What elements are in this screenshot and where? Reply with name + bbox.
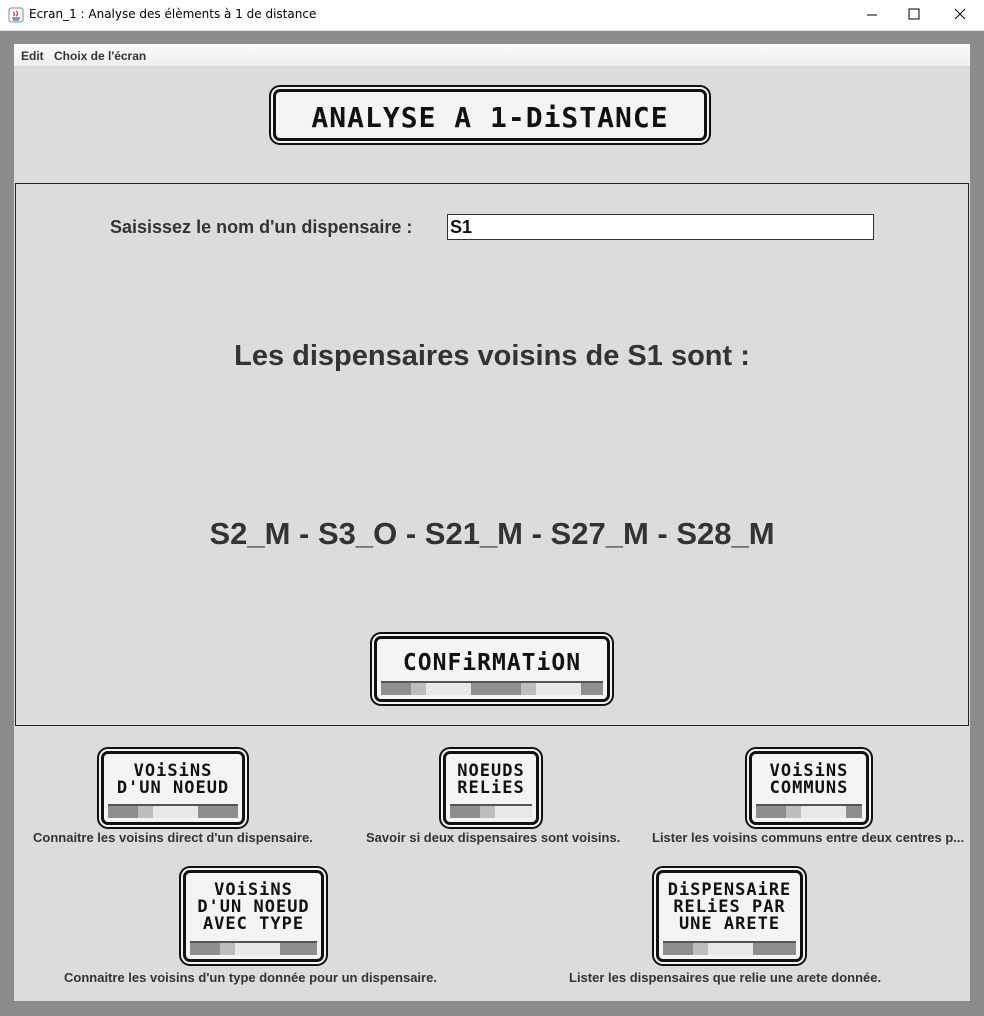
confirmation-button[interactable]: CONFiRMATiON	[374, 636, 610, 702]
dispensaire-prompt-label: Saisissez le nom d'un dispensaire :	[110, 217, 413, 237]
button-stripe	[381, 681, 603, 695]
analysis-panel: Saisissez le nom d'un dispensaire : Les …	[15, 183, 969, 726]
nav-voisins-communs-description: Lister les voisins communs entre deux ce…	[652, 830, 965, 845]
nav-voisins-type-button[interactable]: VOiSiNS D'UN NOEUD AVEC TYPE	[183, 870, 324, 962]
menu-edit[interactable]: Edit	[21, 49, 44, 63]
nav-noeuds-relies-description: Savoir si deux dispensaires sont voisins…	[366, 830, 621, 845]
button-stripe	[190, 941, 317, 955]
dispensaire-name-input[interactable]	[447, 214, 874, 240]
nav-voisins-communs-button[interactable]: VOiSiNS COMMUNS	[749, 751, 869, 825]
nav-dispensaire-arete-button[interactable]: DiSPENSAiRE RELiES PAR UNE ARETE	[656, 870, 803, 962]
nav-voisins-type-label: VOiSiNS D'UN NOEUD AVEC TYPE	[197, 880, 310, 934]
nav-voisins-noeud-button[interactable]: VOiSiNS D'UN NOEUD	[101, 751, 245, 825]
java-app-icon	[8, 7, 24, 23]
window-title: Ecran_1 : Analyse des élèments à 1 de di…	[29, 7, 317, 21]
maximize-icon[interactable]	[891, 0, 937, 30]
nav-noeuds-relies-label: NOEUDS RELiES	[457, 761, 525, 798]
nav-voisins-type-description: Connaitre les voisins d'un type donnée p…	[64, 970, 437, 985]
neighbors-result-list: S2_M - S3_O - S21_M - S27_M - S28_M	[209, 516, 775, 551]
confirmation-button-label: CONFiRMATiON	[402, 650, 582, 676]
page-title-banner: ANALYSE A 1-DiSTANCE	[273, 89, 707, 141]
button-stripe	[756, 804, 862, 818]
nav-dispensaire-arete-description: Lister les dispensaires que relie une ar…	[569, 970, 882, 985]
minimize-icon[interactable]	[849, 0, 895, 30]
button-stripe	[663, 941, 796, 955]
page-title: ANALYSE A 1-DiSTANCE	[311, 101, 669, 134]
nav-voisins-noeud-label: VOiSiNS D'UN NOEUD	[116, 761, 230, 798]
nav-noeuds-relies-button[interactable]: NOEUDS RELiES	[443, 751, 539, 825]
menu-bar: Edit Choix de l'écran	[14, 44, 970, 67]
button-stripe	[108, 804, 238, 818]
window-client-area: Edit Choix de l'écran ANALYSE A 1-DiSTAN…	[14, 44, 970, 1001]
menu-choix-ecran[interactable]: Choix de l'écran	[54, 49, 146, 63]
nav-dispensaire-arete-label: DiSPENSAiRE RELiES PAR UNE ARETE	[667, 880, 792, 934]
nav-voisins-noeud-description: Connaitre les voisins direct d'un dispen…	[33, 830, 313, 845]
button-stripe	[450, 804, 532, 818]
nav-voisins-communs-label: VOiSiNS COMMUNS	[769, 761, 849, 798]
close-icon[interactable]	[937, 0, 983, 30]
result-heading: Les dispensaires voisins de S1 sont :	[234, 340, 750, 372]
window-titlebar: Ecran_1 : Analyse des élèments à 1 de di…	[0, 0, 984, 31]
